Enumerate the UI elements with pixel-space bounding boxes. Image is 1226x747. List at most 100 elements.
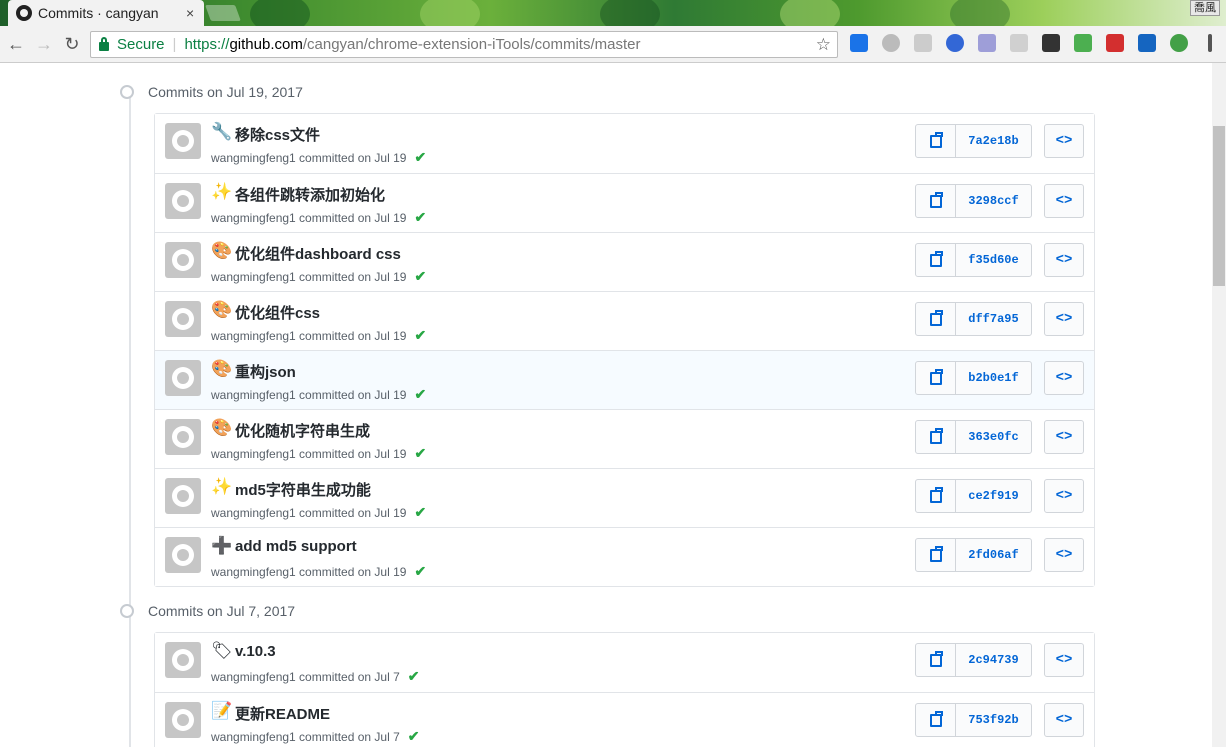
author-avatar[interactable] — [165, 478, 201, 514]
close-tab-icon[interactable]: × — [186, 5, 194, 21]
commit-message-link[interactable]: add md5 support — [235, 538, 357, 555]
commit-row: 🎨 优化组件css wangmingfeng1 committed on Jul 1… — [155, 291, 1094, 350]
author-avatar[interactable] — [165, 642, 201, 678]
clipboard-icon — [929, 545, 943, 562]
author-avatar[interactable] — [165, 537, 201, 573]
check-success-icon[interactable]: ✔ — [408, 728, 420, 744]
commit-sha-link[interactable]: f35d60e — [956, 244, 1031, 276]
commit-sha-link[interactable]: 363e0fc — [956, 421, 1031, 453]
bookmark-star-icon[interactable]: ☆ — [816, 35, 831, 55]
copy-sha-button[interactable] — [916, 244, 956, 276]
copy-sha-button[interactable] — [916, 480, 956, 512]
new-extension-icon[interactable] — [850, 34, 868, 52]
commit-message-link[interactable]: 各组件跳转添加初始化 — [235, 184, 385, 205]
author-avatar[interactable] — [165, 702, 201, 738]
qr-extension-icon[interactable] — [1138, 34, 1156, 52]
commit-sha-link[interactable]: dff7a95 — [956, 303, 1031, 335]
palette-icon: 🎨 — [211, 300, 233, 319]
commit-message-link[interactable]: md5字符串生成功能 — [235, 479, 371, 500]
clipboard-icon — [929, 309, 943, 326]
commit-sha-link[interactable]: 2fd06af — [956, 539, 1031, 571]
commit-message-link[interactable]: 优化组件css — [235, 302, 320, 323]
author-avatar[interactable] — [165, 419, 201, 455]
check-success-icon[interactable]: ✔ — [414, 268, 426, 284]
copy-sha-button[interactable] — [916, 704, 956, 736]
browse-repo-button[interactable]: <> — [1044, 703, 1084, 737]
author-avatar[interactable] — [165, 242, 201, 278]
commit-sha-link[interactable]: ce2f919 — [956, 480, 1031, 512]
author-avatar[interactable] — [165, 301, 201, 337]
globe-extension-icon[interactable] — [946, 34, 964, 52]
browse-repo-button[interactable]: <> — [1044, 302, 1084, 336]
author-avatar[interactable] — [165, 123, 201, 159]
lock-icon — [99, 37, 109, 51]
browse-repo-button[interactable]: <> — [1044, 124, 1084, 158]
leaf-extension-icon[interactable] — [1074, 34, 1092, 52]
commit-message-link[interactable]: 优化随机字符串生成 — [235, 420, 370, 441]
es-extension-icon[interactable] — [1010, 34, 1028, 52]
author-avatar[interactable] — [165, 183, 201, 219]
check-success-icon[interactable]: ✔ — [414, 504, 426, 520]
browse-repo-button[interactable]: <> — [1044, 479, 1084, 513]
copy-sha-button[interactable] — [916, 303, 956, 335]
clipboard-icon — [929, 486, 943, 503]
check-extension-icon[interactable] — [1170, 34, 1188, 52]
react-extension-icon[interactable] — [978, 34, 996, 52]
check-success-icon[interactable]: ✔ — [414, 386, 426, 402]
commit-sha-group: 7a2e18b — [915, 124, 1032, 158]
browse-repo-button[interactable]: <> — [1044, 538, 1084, 572]
copy-sha-button[interactable] — [916, 539, 956, 571]
commit-sha-link[interactable]: 753f92b — [956, 704, 1031, 736]
browser-tab[interactable]: Commits · cangyan × — [8, 0, 204, 26]
red-extension-icon[interactable] — [1106, 34, 1124, 52]
browse-repo-button[interactable]: <> — [1044, 243, 1084, 277]
check-success-icon[interactable]: ✔ — [414, 563, 426, 579]
address-separator: | — [172, 36, 177, 53]
commit-sha-link[interactable]: 7a2e18b — [956, 125, 1031, 157]
menu-icon[interactable] — [1208, 34, 1212, 52]
commit-author-date: wangmingfeng1 committed on Jul 19 — [211, 447, 407, 461]
author-avatar[interactable] — [165, 360, 201, 396]
check-success-icon[interactable]: ✔ — [414, 445, 426, 461]
commit-author-date: wangmingfeng1 committed on Jul 7 — [211, 730, 400, 744]
commit-meta: wangmingfeng1 committed on Jul 19 ✔ — [211, 563, 426, 580]
plus-icon: ➕ — [211, 536, 233, 555]
address-bar[interactable]: Secure | https://github.com/cangyan/chro… — [90, 31, 838, 58]
back-arrow-icon[interactable]: ← — [2, 34, 30, 55]
check-success-icon[interactable]: ✔ — [408, 668, 420, 684]
copy-sha-button[interactable] — [916, 185, 956, 217]
copy-sha-button[interactable] — [916, 421, 956, 453]
reload-icon[interactable]: ↻ — [58, 34, 86, 55]
commit-sha-group: 753f92b — [915, 703, 1032, 737]
commit-message-link[interactable]: 移除css文件 — [235, 124, 320, 145]
commit-author-date: wangmingfeng1 committed on Jul 19 — [211, 270, 407, 284]
copy-sha-button[interactable] — [916, 125, 956, 157]
check-success-icon[interactable]: ✔ — [414, 209, 426, 225]
circle-extension-icon[interactable] — [882, 34, 900, 52]
commit-message-link[interactable]: v.10.3 — [235, 643, 276, 660]
copy-sha-button[interactable] — [916, 644, 956, 676]
commit-row: 🎨 优化组件dashboard css wangmingfeng1 committe… — [155, 232, 1094, 291]
commit-author-date: wangmingfeng1 committed on Jul 19 — [211, 388, 407, 402]
commit-sha-link[interactable]: 2c94739 — [956, 644, 1031, 676]
check-success-icon[interactable]: ✔ — [414, 149, 426, 165]
url-host: github.com — [229, 36, 303, 53]
forward-arrow-icon[interactable]: → — [30, 34, 58, 55]
gray-extension-icon[interactable] — [914, 34, 932, 52]
new-tab-button[interactable] — [205, 5, 241, 21]
check-success-icon[interactable]: ✔ — [414, 327, 426, 343]
commit-message-link[interactable]: 优化组件dashboard css — [235, 243, 401, 264]
commit-message-link[interactable]: 重构json — [235, 361, 296, 382]
browse-repo-button[interactable]: <> — [1044, 643, 1084, 677]
scrollbar-thumb[interactable] — [1213, 126, 1225, 286]
commit-sha-link[interactable]: b2b0e1f — [956, 362, 1031, 394]
browse-repo-button[interactable]: <> — [1044, 420, 1084, 454]
copy-sha-button[interactable] — [916, 362, 956, 394]
browse-repo-button[interactable]: <> — [1044, 361, 1084, 395]
commit-sha-link[interactable]: 3298ccf — [956, 185, 1031, 217]
commit-sha-group: 3298ccf — [915, 184, 1032, 218]
commit-message-link[interactable]: 更新README — [235, 703, 330, 724]
profile-button[interactable]: 喬風 — [1190, 0, 1220, 16]
browse-repo-button[interactable]: <> — [1044, 184, 1084, 218]
eyedropper-extension-icon[interactable] — [1042, 34, 1060, 52]
